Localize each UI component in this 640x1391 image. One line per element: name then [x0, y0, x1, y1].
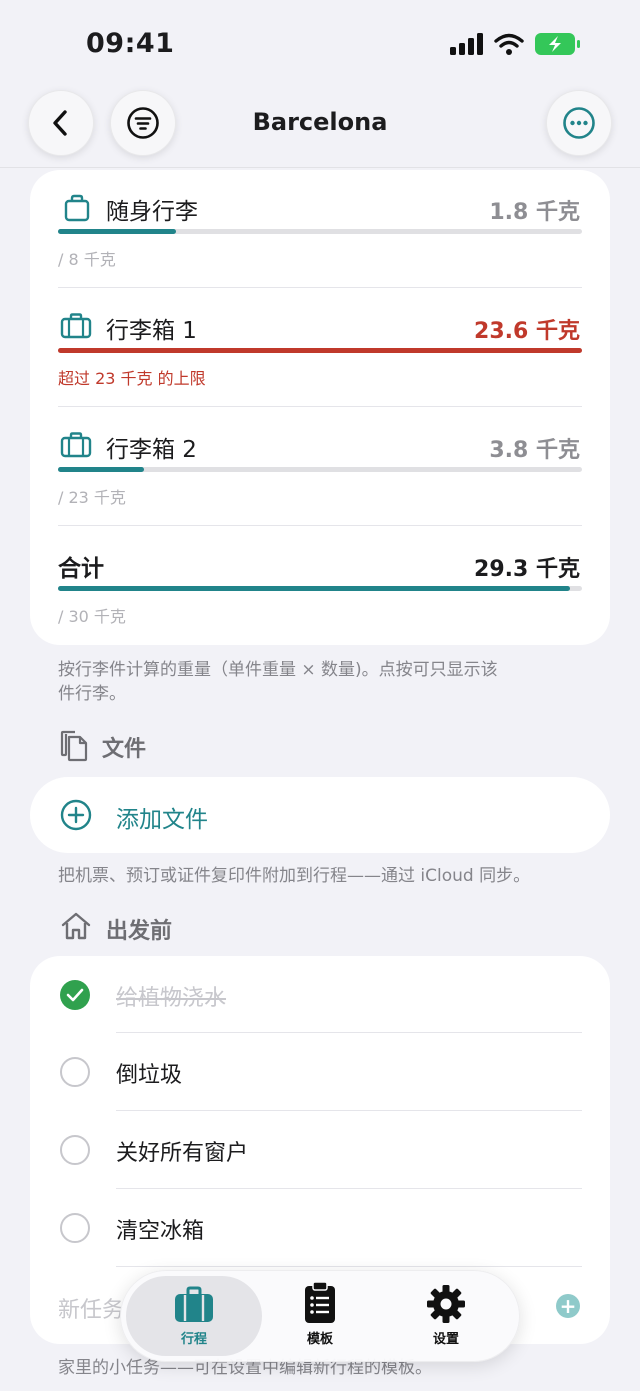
suitcase-fill-icon [175, 1286, 213, 1322]
section-header-documents: 文件 [102, 737, 147, 762]
clipboard-list-icon [305, 1282, 335, 1323]
checkmark-icon [66, 988, 84, 1002]
status-icons [450, 32, 582, 56]
weight-bar-fill [58, 229, 176, 234]
plus-circle-icon [60, 799, 92, 831]
row-divider [116, 1266, 582, 1267]
checkbox-unchecked[interactable] [60, 1057, 90, 1087]
tab-label: 行程 [180, 1332, 207, 1347]
row-divider [58, 525, 582, 526]
total-weight-bar [58, 586, 582, 591]
row-divider [116, 1188, 582, 1189]
documents-footnote: 把机票、预订或证件复印件附加到行程——通过 iCloud 同步。 [58, 866, 531, 886]
luggage-name: 行李箱 1 [106, 318, 197, 344]
row-divider [58, 287, 582, 288]
weight-bar [58, 467, 582, 472]
total-weight: 29.3 千克 [474, 557, 580, 582]
bag-icon [64, 194, 90, 222]
luggage-footnote-line: 按行李件计算的重量（单件重量 × 数量)。点按可只显示该 [58, 660, 498, 680]
tab-settings[interactable]: 设置 [378, 1276, 514, 1356]
signal-icon [450, 33, 483, 55]
suitcase-icon [60, 432, 92, 458]
weight-bar-fill [58, 467, 145, 472]
total-limit: / 30 千克 [58, 607, 126, 626]
weight-bar-fill-over [58, 348, 582, 353]
add-document-button[interactable]: 添加文件 [30, 777, 610, 853]
tab-templates[interactable]: 模板 [252, 1276, 388, 1356]
nav-title: Barcelona [252, 108, 388, 136]
luggage-weight-over: 23.6 千克 [474, 319, 580, 344]
task-row[interactable]: 给植物浇水 [30, 956, 610, 1033]
luggage-row-suitcase-1[interactable]: 行李箱 1 23.6 千克 超过 23 千克 的上限 [30, 289, 610, 407]
documents-icon [60, 730, 88, 762]
weight-bar [58, 348, 582, 353]
luggage-weight-card: 随身行李 1.8 千克 / 8 千克 行李箱 1 23.6 千克 超过 23 千… [30, 170, 610, 645]
add-task-button[interactable]: + [556, 1294, 580, 1318]
task-row[interactable]: 关好所有窗户 [30, 1112, 610, 1189]
luggage-footnote-line: 件行李。 [58, 684, 126, 704]
checkbox-checked[interactable] [60, 980, 90, 1010]
battery-icon [535, 33, 580, 55]
weight-bar [58, 229, 582, 234]
plus-icon: + [559, 1294, 577, 1318]
gear-icon [427, 1285, 465, 1323]
row-divider [116, 1032, 582, 1033]
luggage-row-suitcase-2[interactable]: 行李箱 2 3.8 千克 / 23 千克 [30, 408, 610, 526]
task-row[interactable]: 倒垃圾 [30, 1034, 610, 1111]
tab-label: 设置 [432, 1332, 459, 1347]
luggage-weight: 3.8 千克 [489, 438, 580, 463]
luggage-limit: / 23 千克 [58, 488, 126, 507]
section-header-before-departure: 出发前 [106, 919, 173, 944]
suitcase-icon [60, 313, 92, 339]
status-time: 09:41 [86, 28, 175, 59]
tab-trips[interactable]: 行程 [126, 1276, 262, 1356]
more-button[interactable] [546, 90, 612, 156]
new-task-input[interactable]: 新任务 [58, 1292, 124, 1324]
row-divider [116, 1110, 582, 1111]
luggage-weight: 1.8 千克 [489, 200, 580, 225]
tab-bar: 行程 模板 设置 [120, 1270, 520, 1362]
over-limit-warning: 超过 23 千克 的上限 [58, 369, 206, 388]
luggage-name: 随身行李 [106, 199, 198, 225]
luggage-name: 行李箱 2 [106, 437, 197, 463]
wifi-icon [494, 33, 524, 55]
total-label: 合计 [58, 556, 104, 582]
luggage-row-total: 合计 29.3 千克 / 30 千克 [30, 527, 610, 645]
checkbox-unchecked[interactable] [60, 1135, 90, 1165]
total-weight-bar-fill [58, 586, 570, 591]
task-label-done: 给植物浇水 [116, 986, 227, 1011]
nav-divider [0, 167, 640, 168]
task-label: 倒垃圾 [116, 1063, 183, 1088]
task-label: 关好所有窗户 [116, 1141, 249, 1166]
tab-label: 模板 [306, 1332, 333, 1347]
luggage-limit: / 8 千克 [58, 250, 116, 269]
add-document-label: 添加文件 [116, 807, 208, 833]
task-row[interactable]: 清空冰箱 [30, 1190, 610, 1267]
task-label: 清空冰箱 [116, 1219, 205, 1244]
luggage-row-carry-on[interactable]: 随身行李 1.8 千克 / 8 千克 [30, 170, 610, 288]
checkbox-unchecked[interactable] [60, 1213, 90, 1243]
ellipsis-icon [563, 107, 595, 139]
row-divider [58, 406, 582, 407]
luggage-footnote: 按行李件计算的重量（单件重量 × 数量)。点按可只显示该 件行李。 [58, 658, 578, 706]
house-icon [61, 912, 91, 940]
